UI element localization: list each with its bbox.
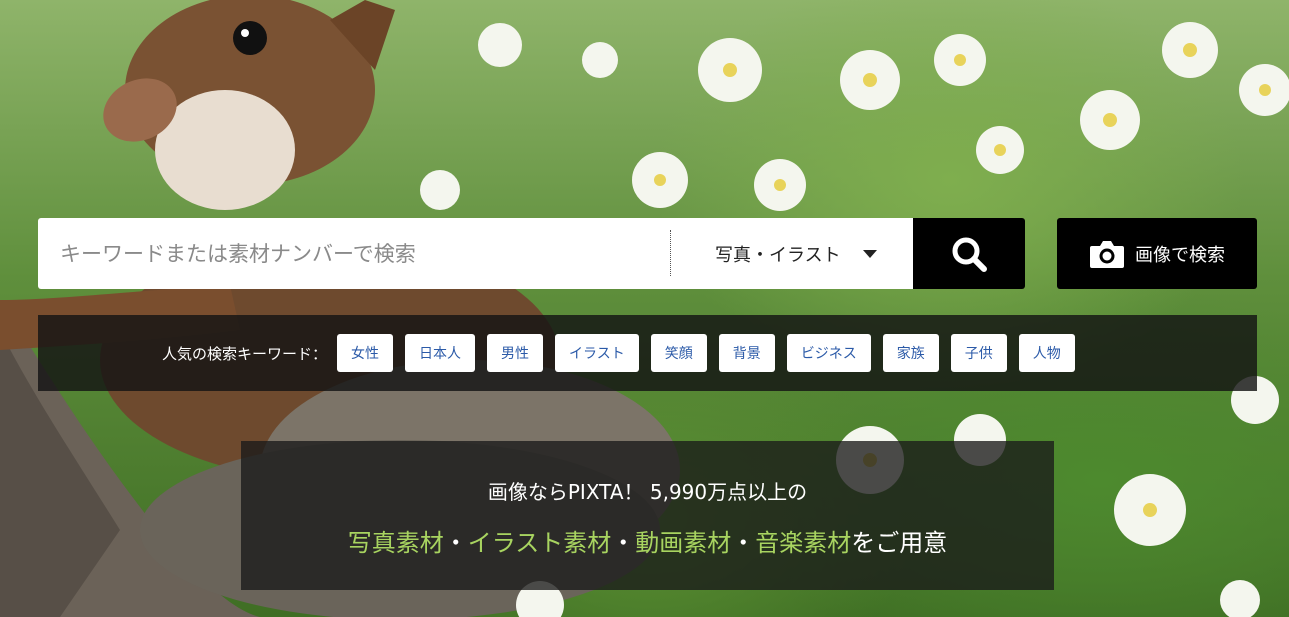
tagline-suffix: をご用意 [851, 529, 948, 557]
camera-icon [1090, 240, 1124, 268]
keyword-chip[interactable]: 背景 [718, 334, 775, 372]
image-search-button[interactable]: 画像で検索 [1057, 218, 1257, 289]
keyword-chip[interactable]: ビジネス [786, 334, 871, 372]
keyword-chip[interactable]: 笑顔 [650, 334, 707, 372]
popular-keywords-title: 人気の検索キーワード： [162, 344, 328, 363]
keyword-chip[interactable]: 女性 [337, 334, 394, 372]
image-search-label: 画像で検索 [1135, 244, 1225, 266]
tagline-separator: ・ [611, 529, 636, 557]
search-button[interactable] [913, 218, 1025, 289]
search-box: 写真・イラスト [38, 218, 913, 289]
tagline-subline: 写真素材・イラスト素材・動画素材・音楽素材をご用意 [241, 525, 1054, 561]
tagline-illust-link[interactable]: イラスト素材 [468, 529, 612, 557]
search-divider [670, 230, 671, 276]
keyword-chip[interactable]: 男性 [487, 334, 544, 372]
category-select-label: 写真・イラスト [715, 244, 841, 266]
search-input[interactable] [58, 222, 682, 285]
tagline-separator: ・ [731, 529, 756, 557]
keyword-chip[interactable]: 家族 [882, 334, 939, 372]
popular-keywords-bar: 人気の検索キーワード： 女性 日本人 男性 イラスト 笑顔 背景 ビジネス 家族… [38, 315, 1257, 391]
tagline-headline: 画像ならPIXTA！ 5,990万点以上の [487, 480, 808, 504]
tagline-box: 画像ならPIXTA！ 5,990万点以上の 写真素材・イラスト素材・動画素材・音… [241, 441, 1054, 590]
keyword-chip[interactable]: 人物 [1018, 334, 1075, 372]
category-select[interactable]: 写真・イラスト [698, 218, 913, 289]
tagline-video-link[interactable]: 動画素材 [635, 529, 731, 557]
keyword-chip[interactable]: イラスト [555, 334, 639, 372]
chevron-down-icon [862, 249, 877, 258]
tagline-music-link[interactable]: 音楽素材 [755, 529, 851, 557]
tagline-photo-link[interactable]: 写真素材 [348, 529, 444, 557]
search-icon [952, 237, 987, 272]
keyword-chip[interactable]: 日本人 [405, 334, 476, 372]
keyword-chip[interactable]: 子供 [950, 334, 1007, 372]
tagline-separator: ・ [443, 529, 468, 557]
